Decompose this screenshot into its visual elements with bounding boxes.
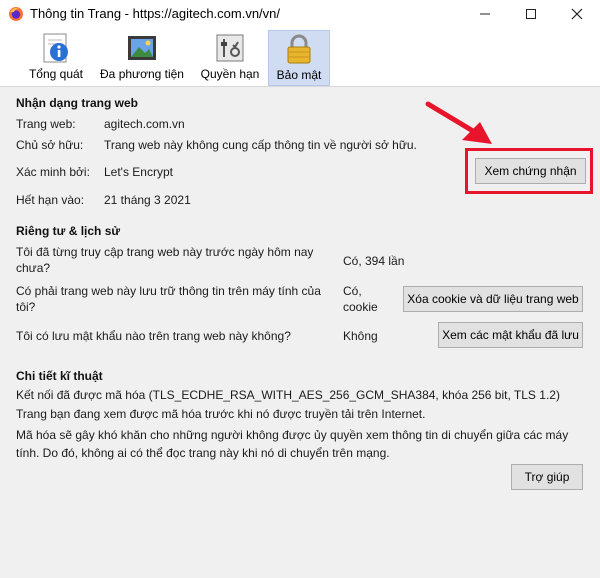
maximize-button[interactable] [508,0,554,28]
window-title: Thông tin Trang - https://agitech.com.vn… [30,6,281,21]
annotation-arrow-icon [425,101,492,144]
annotation-highlight-box [465,148,593,194]
verified-by-value: Let's Encrypt [104,165,173,179]
tab-media[interactable]: Đa phương tiện [96,30,188,86]
owner-label: Chủ sở hữu: [16,138,84,152]
media-icon [128,36,156,60]
tab-toolbar: Tổng quát Đa phương tiện Quyền hạn Bảo m… [0,28,600,86]
tab-security[interactable]: Bảo mật [268,30,330,86]
clear-cookies-button[interactable]: Xóa cookie và dữ liệu trang web [403,286,583,312]
encrypted-note: Trang bạn đang xem được mã hóa trước khi… [16,407,426,421]
view-saved-passwords-button[interactable]: Xem các mật khẩu đã lưu [438,322,583,348]
owner-value: Trang web này không cung cấp thông tin v… [104,138,417,152]
website-label: Trang web: [16,117,76,131]
permissions-icon [216,34,244,62]
encryption-explanation: Mã hóa sẽ gây khó khăn cho những người k… [16,428,569,460]
toolbar-divider [0,86,600,87]
tab-general[interactable]: Tổng quát [24,30,88,86]
privacy-heading: Riêng tư & lịch sử [16,224,121,238]
verified-by-label: Xác minh bởi: [16,165,90,179]
cookies-question: Có phải trang web này lưu trữ thông tin … [16,284,321,314]
expires-value: 21 tháng 3 2021 [104,193,191,207]
visited-question: Tôi đã từng truy cập trang web này trước… [16,245,314,275]
info-icon [43,33,68,63]
passwords-answer: Không [343,329,378,343]
cookies-answer: Có, cookie [343,284,378,314]
tab-security-label: Bảo mật [276,68,322,82]
minimize-button[interactable] [462,0,508,28]
identity-heading: Nhận dạng trang web [16,96,139,110]
visited-answer: Có, 394 lần [343,254,405,268]
tab-general-label: Tổng quát [28,67,84,81]
help-button[interactable]: Trợ giúp [511,464,583,490]
tab-permissions-label: Quyền hạn [200,67,260,81]
passwords-question: Tôi có lưu mật khẩu nào trên trang web n… [16,329,291,343]
minimize-icon [480,13,490,15]
connection-details: Kết nối đã được mã hóa (TLS_ECDHE_RSA_WI… [16,388,560,402]
website-value: agitech.com.vn [104,117,185,131]
lock-icon [287,34,311,64]
tab-media-label: Đa phương tiện [100,67,184,81]
firefox-icon [9,7,23,21]
title-bar: Thông tin Trang - https://agitech.com.vn… [0,0,600,28]
close-icon [571,8,583,20]
tab-permissions[interactable]: Quyền hạn [196,30,264,86]
technical-heading: Chi tiết kĩ thuật [16,369,103,383]
expires-label: Hết hạn vào: [16,193,85,207]
close-button[interactable] [554,0,600,28]
maximize-icon [526,9,536,19]
